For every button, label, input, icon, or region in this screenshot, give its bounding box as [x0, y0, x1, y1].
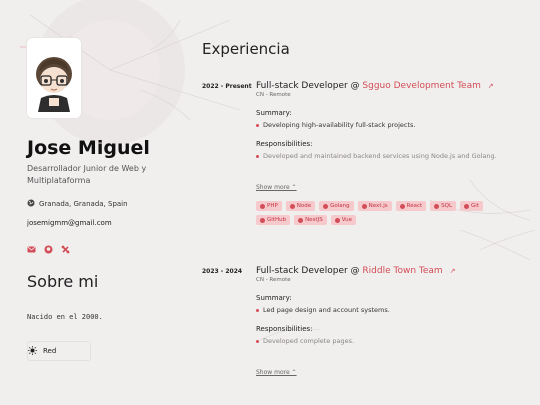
job-mode: CN - Remote — [256, 92, 291, 98]
external-link-icon[interactable]: ↗ — [450, 267, 456, 275]
external-link-icon[interactable]: ↗ — [488, 82, 494, 90]
git-icon — [464, 203, 470, 209]
globe-icon — [27, 199, 35, 209]
php-icon — [260, 203, 265, 209]
mail-icon[interactable] — [27, 239, 36, 253]
job-date: 2023 - 2024 — [202, 268, 243, 275]
job-role: Full-stack Developer @ — [256, 266, 360, 276]
tag-github: GitHub — [256, 215, 291, 225]
avatar-illustration — [27, 38, 81, 118]
responsibilities-label: Responsibilities: — [256, 140, 313, 148]
tag-react: React — [395, 201, 427, 211]
social-links — [27, 239, 70, 254]
database-icon — [434, 203, 440, 209]
tag-php: PHP — [256, 201, 282, 211]
sun-icon — [28, 345, 37, 357]
theme-label: Red — [43, 347, 57, 355]
experience-title: Experiencia — [202, 40, 290, 58]
profile-role: Desarrollador Junior de Web y Multiplata… — [27, 164, 147, 185]
tech-tags: PHP Node Golang Next.js React SQL Git Gi… — [256, 201, 486, 225]
bullet-icon — [256, 308, 259, 312]
tag-node: Node — [285, 201, 316, 211]
summary-item: Developing high-availability full-stack … — [256, 121, 512, 129]
company-link[interactable]: Riddle Town Team — [362, 266, 442, 276]
job-role: Full-stack Developer @ — [256, 81, 360, 91]
company-link[interactable]: Sgguo Development Team — [362, 81, 480, 91]
tag-sql: SQL — [430, 201, 457, 211]
email-link[interactable]: josemigmm@gmail.com — [27, 219, 112, 227]
location: Granada, Granada, Spain — [27, 199, 128, 209]
link-icon[interactable] — [61, 239, 70, 254]
node-icon — [289, 203, 295, 209]
profile-panel: Jose Miguel Desarrollador Junior de Web … — [27, 0, 187, 405]
bullet-icon — [256, 339, 259, 343]
tag-golang: Golang — [319, 201, 354, 211]
nextjs-icon — [361, 203, 367, 209]
location-text: Granada, Granada, Spain — [39, 200, 128, 208]
bullet-icon — [256, 154, 259, 158]
summary-label: Summary: — [256, 294, 292, 302]
job-mode: CN - Remote — [256, 277, 291, 283]
tag-nextjs: Next.js — [357, 201, 392, 211]
tag-git: Git — [460, 201, 483, 211]
avatar — [27, 38, 81, 118]
nestjs-icon — [298, 217, 304, 223]
job-title: Full-stack Developer @ Sgguo Development… — [256, 81, 512, 91]
about-title: Sobre mi — [27, 272, 99, 291]
responsibility-item: Developed and maintained backend service… — [256, 152, 512, 160]
job-date: 2022 - Present — [202, 83, 252, 90]
job-title: Full-stack Developer @ Riddle Town Team … — [256, 266, 512, 276]
tag-nestjs: NestJS — [294, 215, 327, 225]
github-icon[interactable] — [44, 239, 53, 254]
tag-vue: Vue — [330, 215, 356, 225]
show-more-button[interactable]: Show more ⌃ — [256, 184, 297, 191]
experience-section: Experiencia 2022 - Present Full-stack De… — [202, 0, 512, 405]
job-body: Full-stack Developer @ Riddle Town Team … — [256, 266, 512, 378]
theme-toggle[interactable]: Red — [27, 341, 91, 361]
profile-name: Jose Miguel — [27, 137, 150, 159]
golang-icon — [323, 203, 329, 209]
react-icon — [399, 203, 405, 209]
responsibilities-label: Responsibilities: — [256, 325, 313, 333]
responsibility-item: Developed complete pages. — [256, 337, 512, 345]
github-icon — [260, 217, 265, 223]
job-body: Full-stack Developer @ Sgguo Development… — [256, 81, 512, 225]
summary-label: Summary: — [256, 109, 292, 117]
summary-item: Led page design and account systems. — [256, 306, 512, 314]
bullet-icon — [256, 123, 259, 127]
vue-icon — [334, 217, 340, 223]
show-more-button[interactable]: Show more ⌃ — [256, 369, 297, 376]
about-text: Nacido en el 2000. — [27, 313, 103, 321]
